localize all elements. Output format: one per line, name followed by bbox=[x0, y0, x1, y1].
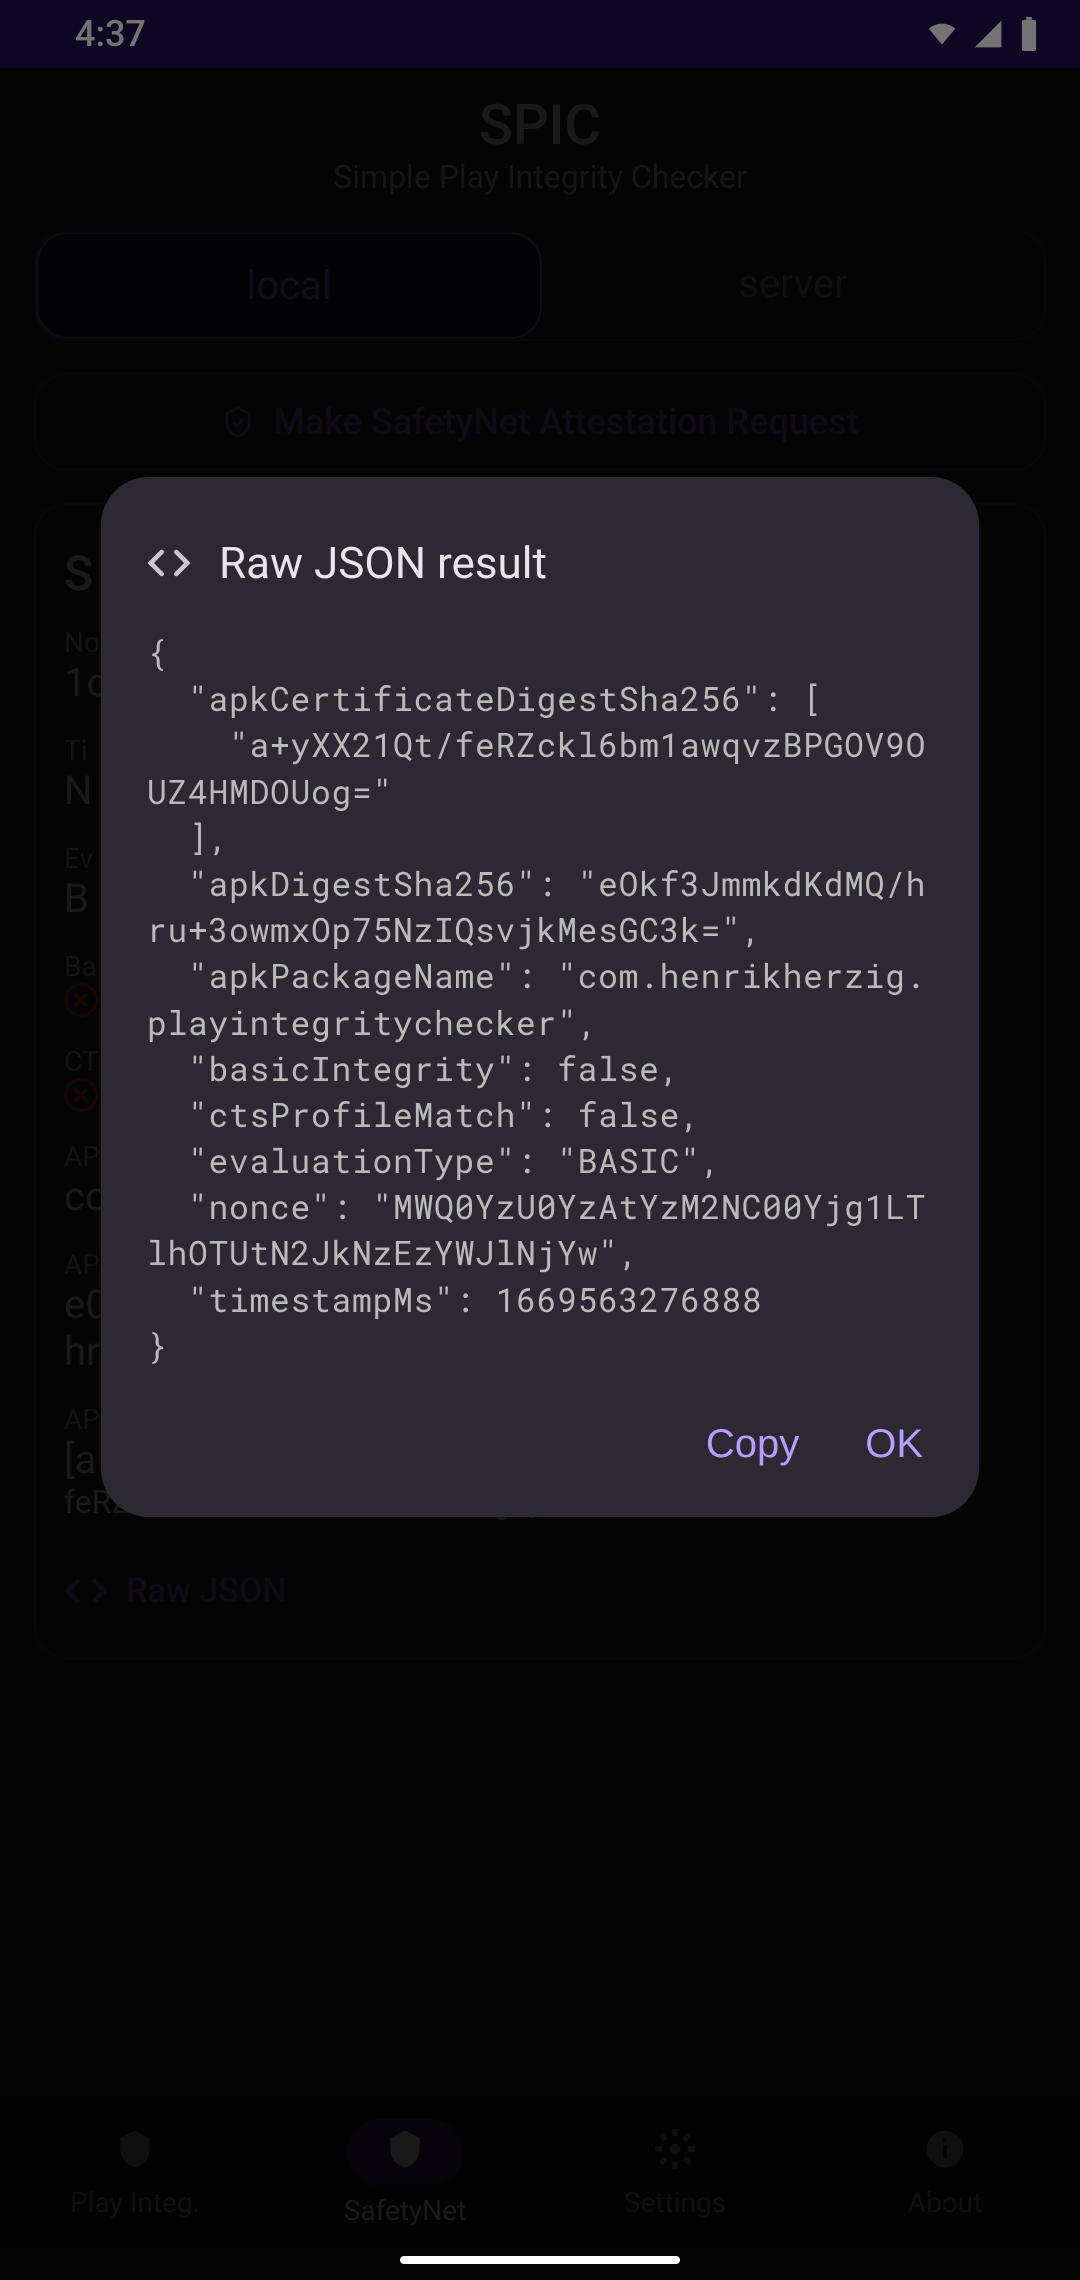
dialog-title: Raw JSON result bbox=[219, 537, 547, 589]
copy-button[interactable]: Copy bbox=[706, 1422, 799, 1467]
ok-button[interactable]: OK bbox=[865, 1422, 923, 1467]
raw-json-dialog: Raw JSON result { "apkCertificateDigestS… bbox=[101, 477, 979, 1517]
code-icon bbox=[147, 541, 191, 585]
json-body: { "apkCertificateDigestSha256": [ "a+yXX… bbox=[147, 629, 933, 1368]
gesture-bar[interactable] bbox=[400, 2256, 680, 2264]
